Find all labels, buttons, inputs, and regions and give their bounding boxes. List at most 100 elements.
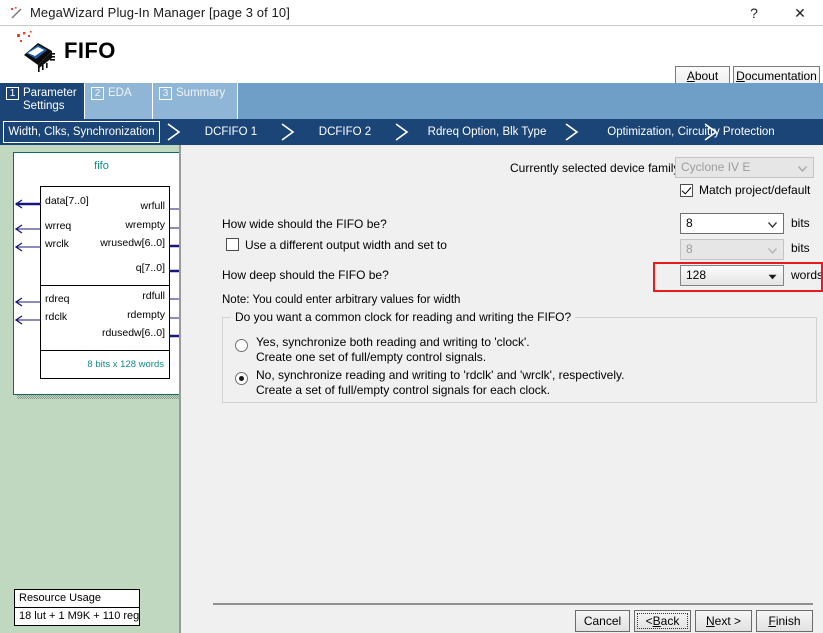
chevron-right-icon-1 xyxy=(166,123,182,141)
tab-label-parameter-settings-line2: Settings xyxy=(23,100,65,112)
wire-out-rdusedw xyxy=(169,331,179,341)
chevron-down-icon-width xyxy=(768,214,777,235)
port-rdclk: rdclk xyxy=(45,311,68,323)
breadcrumb-bar: Width, Clks, Synchronization DCFIFO 1 DC… xyxy=(0,119,823,145)
wizard-tab-strip: 1 Parameter Settings 2 EDA 3 Summary xyxy=(0,83,823,119)
tab-parameter-settings[interactable]: 1 Parameter Settings xyxy=(0,83,85,119)
megawizard-window: MegaWizard Plug-In Manager [page 3 of 10… xyxy=(0,0,823,633)
breadcrumb-width-clks-synchronization[interactable]: Width, Clks, Synchronization xyxy=(3,121,160,143)
symbol-preview-panel: fifo data[7..0] wrreq wrclk rdreq rdclk … xyxy=(0,145,179,633)
port-wrclk: wrclk xyxy=(45,238,69,250)
match-project-default-checkbox[interactable] xyxy=(680,184,693,197)
radio-common-clock-no[interactable] xyxy=(235,372,248,385)
breadcrumb-rdreq-option-blk-type[interactable]: Rdreq Option, Blk Type xyxy=(414,119,560,145)
wire-out-rdempty xyxy=(169,313,179,323)
wire-out-wrusedw xyxy=(169,241,179,251)
fifo-depth-question: How deep should the FIFO be? xyxy=(222,268,389,282)
port-rdempty: rdempty xyxy=(127,309,165,321)
wire-out-q xyxy=(169,266,179,276)
radio-common-clock-yes[interactable] xyxy=(235,339,248,352)
resource-usage-value: 18 lut + 1 M9K + 110 reg xyxy=(19,610,140,622)
footer-divider xyxy=(213,603,813,605)
port-wrreq: wrreq xyxy=(45,220,72,232)
port-wrusedw: wrusedw[6..0] xyxy=(100,237,165,249)
back-button[interactable]: < Back xyxy=(634,610,691,632)
width-note: Note: You could enter arbitrary values f… xyxy=(222,294,461,306)
port-rdreq: rdreq xyxy=(45,293,70,305)
fifo-width-unit: bits xyxy=(791,216,810,230)
port-data: data[7..0] xyxy=(45,195,89,207)
chevron-down-icon-output-width xyxy=(768,240,777,261)
output-width-dropdown[interactable]: 8 xyxy=(680,239,784,260)
resource-usage-header: Resource Usage xyxy=(15,590,139,608)
fifo-depth-unit: words xyxy=(791,268,823,282)
chevron-right-icon-4 xyxy=(564,123,580,141)
device-family-dropdown[interactable]: Cyclone IV E xyxy=(675,157,814,178)
radio-no-line2: Create a set of full/empty control signa… xyxy=(256,383,551,397)
diagram-size-note: 8 bits x 128 words xyxy=(87,359,164,370)
output-width-value: 8 xyxy=(686,242,693,256)
main-form: Currently selected device family: Cyclon… xyxy=(181,145,823,633)
radio-common-clock-yes-text: Yes, synchronize both reading and writin… xyxy=(256,335,530,365)
wire-out-wrempty xyxy=(169,223,179,233)
wire-in-rdclk xyxy=(14,315,41,325)
window-title: MegaWizard Plug-In Manager [page 3 of 10… xyxy=(30,5,290,20)
cancel-button[interactable]: Cancel xyxy=(575,610,630,632)
fifo-depth-dropdown[interactable]: 128 xyxy=(680,265,784,286)
tab-number-2: 2 xyxy=(91,87,104,100)
breadcrumb-dcfifo-2[interactable]: DCFIFO 2 xyxy=(300,119,390,145)
fifo-chip-icon xyxy=(14,30,58,74)
fifo-width-dropdown[interactable]: 8 xyxy=(680,213,784,234)
chevron-right-icon-5 xyxy=(703,123,719,141)
port-wrfull: wrfull xyxy=(140,200,165,212)
fifo-width-question: How wide should the FIFO be? xyxy=(222,217,387,231)
chevron-right-icon-3 xyxy=(394,123,410,141)
tab-number-1: 1 xyxy=(6,87,19,100)
different-output-width-label: Use a different output width and set to xyxy=(245,238,447,252)
match-project-default-label: Match project/default xyxy=(699,183,811,197)
tab-label-parameter-settings-line1: Parameter xyxy=(23,87,77,99)
device-family-value: Cyclone IV E xyxy=(681,160,751,174)
symbol-separator-1 xyxy=(41,285,169,286)
device-family-label: Currently selected device family: xyxy=(510,161,683,175)
next-button[interactable]: Next > xyxy=(695,610,752,632)
close-button[interactable]: ✕ xyxy=(777,0,823,26)
breadcrumb-optimization-circuitry-protection[interactable]: Optimization, Circuitry Protection xyxy=(584,119,798,145)
fifo-symbol-diagram: fifo data[7..0] wrreq wrclk rdreq rdclk … xyxy=(13,152,179,395)
wire-in-wrreq xyxy=(14,224,41,234)
radio-yes-line1: Yes, synchronize both reading and writin… xyxy=(256,335,530,349)
wire-out-wrfull xyxy=(169,204,179,214)
wizard-wand-icon xyxy=(10,7,24,20)
finish-button[interactable]: Finish xyxy=(756,610,813,632)
breadcrumb-dcfifo-1[interactable]: DCFIFO 1 xyxy=(186,119,276,145)
tab-label-summary: Summary xyxy=(176,87,226,99)
fifo-symbol-body: data[7..0] wrreq wrclk rdreq rdclk wrful… xyxy=(40,186,170,379)
radio-no-line1: No, synchronize reading and writing to '… xyxy=(256,368,625,382)
wire-in-data xyxy=(14,199,41,209)
fifo-width-value: 8 xyxy=(686,216,693,230)
title-bar: MegaWizard Plug-In Manager [page 3 of 10… xyxy=(0,0,823,26)
common-clock-group-title: Do you want a common clock for reading a… xyxy=(231,310,576,324)
radio-common-clock-no-text: No, synchronize reading and writing to '… xyxy=(256,368,624,398)
symbol-separator-2 xyxy=(41,350,169,351)
port-rdusedw: rdusedw[6..0] xyxy=(101,327,165,339)
app-header: FIFO About Documentation xyxy=(0,26,823,86)
different-output-width-checkbox[interactable] xyxy=(226,238,239,251)
port-wrempty: wrempty xyxy=(125,219,165,231)
port-rdfull: rdfull xyxy=(142,290,165,302)
tab-summary[interactable]: 3 Summary xyxy=(153,83,238,119)
resource-usage-table: Resource Usage 18 lut + 1 M9K + 110 reg xyxy=(14,589,140,626)
page-title: FIFO xyxy=(64,38,116,63)
tab-number-3: 3 xyxy=(159,87,172,100)
radio-yes-line2: Create one set of full/empty control sig… xyxy=(256,350,487,364)
wire-out-rdfull xyxy=(169,294,179,304)
help-button[interactable]: ? xyxy=(731,0,777,26)
fifo-depth-value: 128 xyxy=(686,268,707,282)
wire-in-rdreq xyxy=(14,297,41,307)
wire-in-wrclk xyxy=(14,242,41,252)
output-width-unit: bits xyxy=(791,241,810,255)
chevron-down-icon-depth xyxy=(768,266,777,287)
port-q: q[7..0] xyxy=(135,262,165,274)
tab-eda[interactable]: 2 EDA xyxy=(85,83,153,119)
tab-label-eda: EDA xyxy=(108,87,132,99)
